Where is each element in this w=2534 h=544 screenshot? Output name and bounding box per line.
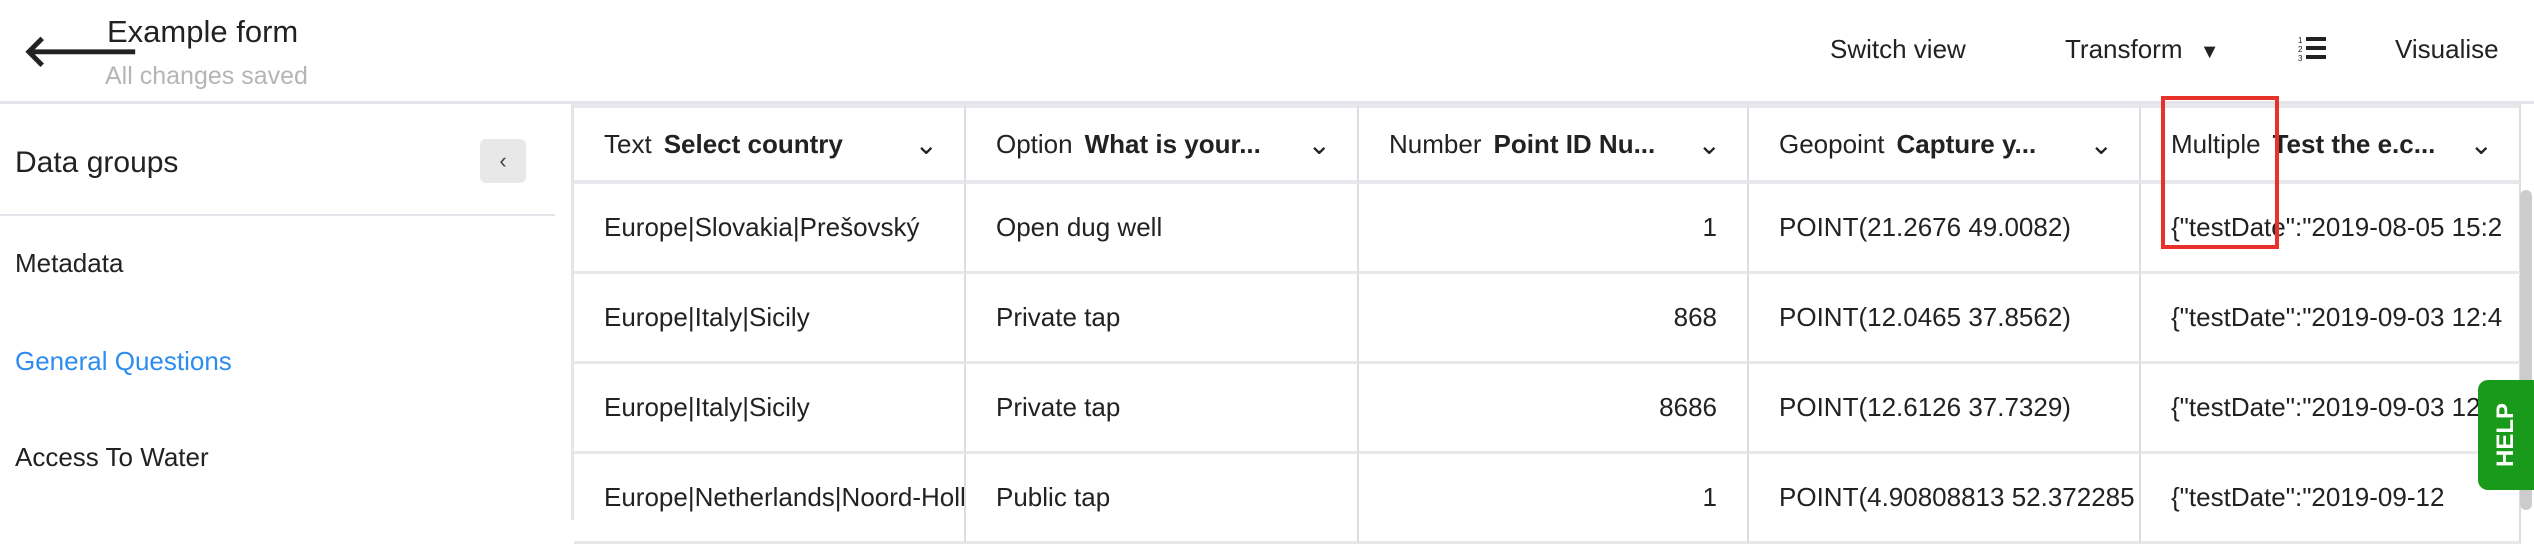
table-cell[interactable]: POINT(21.2676 49.0082)	[1749, 184, 2141, 274]
switch-view-button[interactable]: Switch view	[1830, 34, 1966, 65]
sidebar-item-metadata[interactable]: Metadata	[15, 248, 123, 279]
table-cell[interactable]: {"testDate":"2019-09-12	[2141, 454, 2521, 544]
sidebar: Data groups ‹ Metadata General Questions…	[0, 104, 574, 520]
help-label: HELP	[2492, 402, 2520, 468]
table-cell[interactable]: POINT(12.0465 37.8562)	[1749, 274, 2141, 364]
column-question: Capture y...	[1896, 128, 2037, 159]
ordered-list-icon[interactable]: 123	[2298, 34, 2332, 71]
table-cell[interactable]: Private tap	[966, 364, 1359, 454]
chevron-down-icon[interactable]: ⌄	[915, 128, 938, 161]
column-question: Test the e.c...	[2272, 128, 2436, 159]
column-header[interactable]: Geopoint Capture y... ⌄	[1749, 104, 2141, 184]
highlight-box	[2161, 96, 2279, 249]
visualise-button[interactable]: Visualise	[2395, 34, 2499, 65]
sidebar-title: Data groups	[15, 146, 179, 179]
back-arrow-icon[interactable]: 🡐	[22, 30, 140, 74]
save-status: All changes saved	[105, 62, 308, 90]
table-cell[interactable]: POINT(12.6126 37.7329)	[1749, 364, 2141, 454]
table-cell[interactable]: Public tap	[966, 454, 1359, 544]
collapse-sidebar-button[interactable]: ‹	[480, 139, 526, 183]
column-question: Select country	[663, 128, 843, 159]
svg-text:3: 3	[2298, 54, 2303, 63]
chevron-down-icon[interactable]: ⌄	[2090, 128, 2113, 161]
column-question: What is your...	[1084, 128, 1261, 159]
transform-button[interactable]: Transform ▼	[2065, 34, 2220, 65]
caret-down-icon: ▼	[2199, 41, 2220, 63]
table-cell[interactable]: Europe|Slovakia|Prešovský	[574, 184, 966, 274]
table-cell[interactable]: Open dug well	[966, 184, 1359, 274]
svg-text:1: 1	[2298, 36, 2303, 45]
transform-label: Transform	[2065, 34, 2183, 64]
chevron-down-icon[interactable]: ⌄	[2470, 128, 2493, 161]
table-cell[interactable]: Europe|Netherlands|Noord-Holland	[574, 454, 966, 544]
chevron-down-icon[interactable]: ⌄	[1698, 128, 1721, 161]
divider	[0, 214, 555, 216]
chevron-down-icon[interactable]: ⌄	[1308, 128, 1331, 161]
table-cell[interactable]: 1	[1359, 454, 1749, 544]
table-cell[interactable]: Private tap	[966, 274, 1359, 364]
column-header[interactable]: Text Select country ⌄	[574, 104, 966, 184]
column-header[interactable]: Number Point ID Nu... ⌄	[1359, 104, 1749, 184]
sidebar-item-access-to-water[interactable]: Access To Water	[15, 442, 209, 473]
svg-text:2: 2	[2298, 45, 2303, 54]
column-header[interactable]: Option What is your... ⌄	[966, 104, 1359, 184]
table-cell[interactable]: 8686	[1359, 364, 1749, 454]
form-title: Example form	[107, 14, 299, 49]
table-cell[interactable]: POINT(4.90808813 52.372285	[1749, 454, 2141, 544]
column-type: Number	[1389, 128, 1482, 159]
table-cell[interactable]: Europe|Italy|Sicily	[574, 364, 966, 454]
top-bar: 🡐 Example form All changes saved Switch …	[0, 0, 2534, 104]
sidebar-item-general-questions[interactable]: General Questions	[15, 346, 232, 377]
table-cell[interactable]: 868	[1359, 274, 1749, 364]
column-question: Point ID Nu...	[1493, 128, 1656, 159]
help-button[interactable]: HELP	[2478, 380, 2534, 490]
table-cell[interactable]: {"testDate":"2019-09-03 12:4	[2141, 274, 2521, 364]
table-cell[interactable]: {"testDate":"2019-09-03 12:4	[2141, 364, 2521, 454]
column-type: Geopoint	[1779, 128, 1885, 159]
column-type: Option	[996, 128, 1073, 159]
column-type: Text	[604, 128, 652, 159]
table-cell[interactable]: Europe|Italy|Sicily	[574, 274, 966, 364]
table-cell[interactable]: 1	[1359, 184, 1749, 274]
